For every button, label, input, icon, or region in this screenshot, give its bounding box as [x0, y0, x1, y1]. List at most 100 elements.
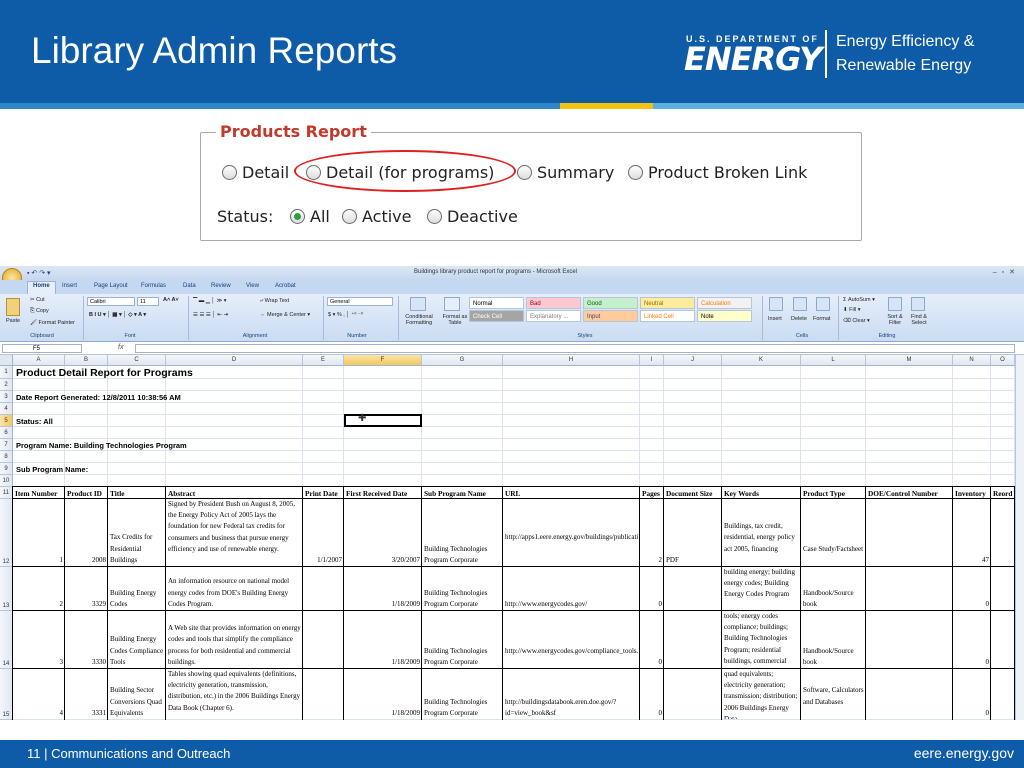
tab-review[interactable]: Review	[211, 283, 231, 289]
radio-status-deactive[interactable]: Deactive	[427, 207, 518, 226]
column-header[interactable]: G	[422, 355, 503, 366]
vertical-align-buttons[interactable]: ▔ ▬ ▁ │ ≫ ▾	[193, 298, 227, 304]
merge-center-button[interactable]: ⇔ Merge & Center ▾	[260, 312, 310, 318]
radio-circle-checked[interactable]	[290, 209, 305, 224]
copy-button[interactable]: ⎘ Copy	[30, 308, 49, 315]
tab-view[interactable]: View	[246, 283, 259, 289]
column-header[interactable]: I	[640, 355, 664, 366]
column-header[interactable]: N	[953, 355, 991, 366]
radio-circle[interactable]	[222, 165, 237, 180]
tab-formulas[interactable]: Formulas	[141, 283, 166, 289]
insert-cells-icon[interactable]	[769, 297, 783, 311]
font-name-select[interactable]: Calibri	[87, 297, 135, 306]
cut-button[interactable]: ✂ Cut	[30, 297, 45, 303]
column-header[interactable]: D	[166, 355, 303, 366]
column-header[interactable]: K	[722, 355, 801, 366]
quick-access-toolbar[interactable]: ▪ ↶ ↷ ▾	[27, 269, 51, 277]
cell-style-option[interactable]: Calculation	[697, 297, 752, 309]
format-painter-button[interactable]: 🖌 Format Painter	[30, 320, 75, 326]
radio-status-active[interactable]: Active	[342, 207, 412, 226]
tab-data[interactable]: Data	[183, 283, 196, 289]
radio-product-broken-link[interactable]: Product Broken Link	[628, 163, 807, 182]
window-title: Buildings library product report for pro…	[414, 269, 578, 275]
column-header[interactable]: B	[65, 355, 108, 366]
table-cell-print-date: 1/1/2007	[317, 555, 342, 564]
wrap-text-button[interactable]: ⤶ Wrap Text	[260, 298, 289, 305]
fx-icon[interactable]: fx	[118, 344, 123, 351]
horizontal-align-buttons[interactable]: ☰ ☰ ☰ │ ⇤ ⇥	[193, 312, 228, 318]
delete-cells-icon[interactable]	[793, 297, 807, 311]
row-header[interactable]: 2	[0, 379, 13, 391]
row-header[interactable]: 6	[0, 427, 13, 439]
column-header[interactable]: M	[866, 355, 953, 366]
font-format-buttons[interactable]: B I U ▾ │ ▦ ▾ │ ◇ ▾ A ▾	[89, 312, 146, 318]
column-header[interactable]: F	[344, 355, 422, 366]
format-as-table-icon[interactable]	[444, 297, 460, 311]
format-cells-icon[interactable]	[816, 297, 830, 311]
table-header-cell: Item Number	[15, 489, 58, 498]
tab-insert[interactable]: Insert	[62, 283, 77, 289]
delete-cells-button[interactable]: Delete	[791, 316, 807, 322]
tab-home[interactable]: Home	[27, 281, 56, 294]
radio-status-all[interactable]: All	[290, 207, 330, 226]
name-box[interactable]: F5	[2, 344, 82, 353]
row-header[interactable]: 5	[0, 415, 13, 427]
window-controls[interactable]: –▫✕	[993, 268, 1020, 276]
column-header[interactable]: E	[303, 355, 344, 366]
find-select-icon[interactable]	[911, 297, 925, 311]
radio-detail[interactable]: Detail	[222, 163, 289, 182]
column-header[interactable]: O	[991, 355, 1015, 366]
row-header[interactable]: 3	[0, 391, 13, 403]
formula-input[interactable]	[135, 344, 1015, 353]
radio-circle[interactable]	[427, 209, 442, 224]
column-header[interactable]: A	[13, 355, 65, 366]
vertical-scrollbar[interactable]	[1015, 355, 1024, 720]
cell-style-option[interactable]: Check Cell	[469, 310, 524, 322]
row-header[interactable]: 7	[0, 439, 13, 451]
active-cell-selection[interactable]	[344, 414, 422, 427]
autosum-button[interactable]: Σ AutoSum ▾	[843, 297, 875, 303]
column-header[interactable]: C	[108, 355, 166, 366]
radio-summary[interactable]: Summary	[517, 163, 614, 182]
tab-acrobat[interactable]: Acrobat	[275, 283, 296, 289]
insert-cells-button[interactable]: Insert	[768, 316, 782, 322]
cell-style-option[interactable]: Normal	[469, 297, 524, 309]
cell-style-option[interactable]: Note	[697, 310, 752, 322]
column-header[interactable]: L	[801, 355, 866, 366]
cell-style-option[interactable]: Explanatory ...	[526, 310, 581, 322]
column-header[interactable]: J	[664, 355, 722, 366]
radio-circle[interactable]	[517, 165, 532, 180]
cell-style-option[interactable]: Good	[583, 297, 638, 309]
row-header[interactable]: 1	[0, 366, 13, 379]
cell-style-option[interactable]: Input	[583, 310, 638, 322]
row-header[interactable]: 9	[0, 463, 13, 475]
number-format-buttons[interactable]: $ ▾ % , │ ⁺⁰ ⁻⁰	[328, 312, 363, 318]
paste-icon[interactable]	[6, 298, 20, 316]
grow-font-button[interactable]: A˄ A˅	[163, 297, 179, 303]
cell-style-option[interactable]: Neutral	[640, 297, 695, 309]
table-cell-title: Building Energy Codes	[110, 588, 157, 608]
cell-style-option[interactable]: Bad	[526, 297, 581, 309]
conditional-formatting-icon[interactable]	[410, 297, 426, 311]
worksheet-grid[interactable]: A B C D E F G H I J K L M N O 1 2 3 4 5 6 7 8 9 10 11 12 13 14 15 Prod…	[0, 355, 1024, 720]
column-header[interactable]: H	[503, 355, 640, 366]
row-header[interactable]: 8	[0, 451, 13, 463]
clear-button[interactable]: ⌫ Clear ▾	[843, 318, 870, 324]
select-all-corner[interactable]	[0, 355, 13, 366]
fill-button[interactable]: ⬇ Fill ▾	[843, 307, 860, 313]
font-size-select[interactable]: 11	[137, 297, 159, 306]
table-cell-sub-program: Building Technologies Program Corporate	[424, 544, 488, 564]
paste-button[interactable]: Paste	[6, 318, 20, 324]
format-as-table-button[interactable]: Format as Table	[440, 314, 470, 326]
row-header[interactable]: 4	[0, 403, 13, 415]
radio-circle[interactable]	[342, 209, 357, 224]
radio-circle[interactable]	[628, 165, 643, 180]
format-cells-button[interactable]: Format	[813, 316, 830, 322]
find-select-button[interactable]: Find & Select	[907, 314, 931, 326]
cell-style-option[interactable]: Linked Cell	[640, 310, 695, 322]
sort-filter-icon[interactable]	[888, 297, 902, 311]
sort-filter-button[interactable]: Sort & Filter	[884, 314, 906, 326]
conditional-formatting-button[interactable]: Conditional Formatting	[402, 314, 436, 326]
tab-page-layout[interactable]: Page Layout	[94, 283, 128, 289]
number-format-select[interactable]: General	[327, 297, 393, 306]
